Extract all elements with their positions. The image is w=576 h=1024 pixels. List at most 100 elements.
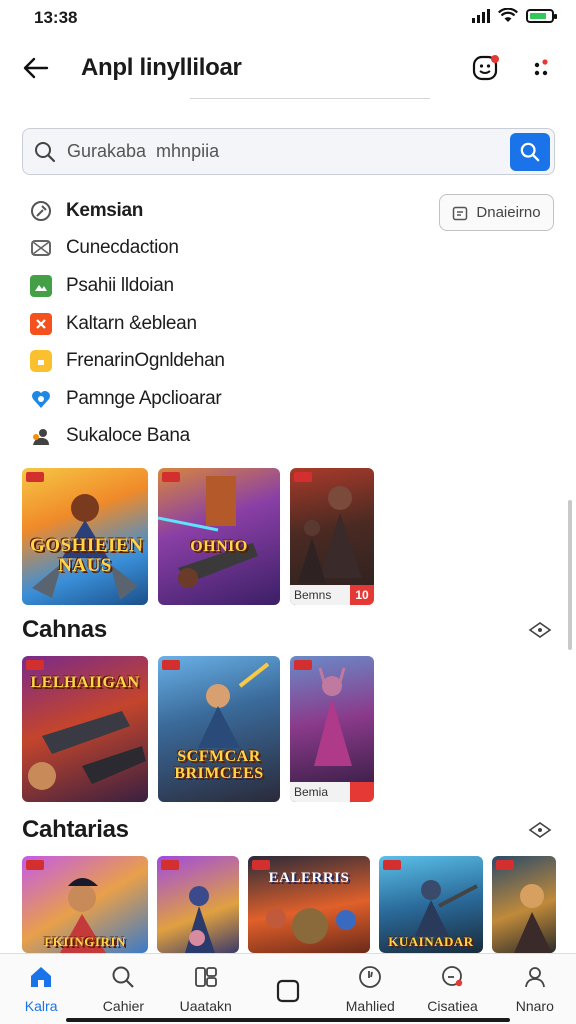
card-badge: 10 <box>350 585 374 605</box>
apps-icon <box>193 964 219 990</box>
game-card[interactable]: FKIINGIRIN <box>22 856 148 953</box>
nav-item-home[interactable]: Kalra <box>0 954 82 1024</box>
section-more-button[interactable] <box>526 816 554 844</box>
game-card[interactable]: GOSHIEIEN NAUS <box>22 468 148 605</box>
nav-label: Mahlied <box>345 998 395 1014</box>
nav-item-search[interactable]: Cahier <box>82 954 164 1024</box>
category-item[interactable]: Kaltarn &eblean <box>30 305 430 343</box>
section-more-button[interactable] <box>526 616 554 644</box>
search-input[interactable] <box>67 129 510 174</box>
scrollbar[interactable] <box>568 500 572 650</box>
category-item[interactable]: Cunecdaction <box>30 230 430 268</box>
page-title: Anpl linylliloar <box>81 54 242 81</box>
search-submit-button[interactable] <box>510 132 550 171</box>
category-item[interactable]: Pamnge Apclioarar <box>30 380 430 418</box>
smiley-button[interactable] <box>467 50 503 86</box>
diamond-eye-icon <box>528 622 552 638</box>
more-vertical-icon <box>534 59 548 76</box>
nav-item-profile[interactable]: Nnaro <box>494 954 576 1024</box>
category-label: Pamnge Apclioarar <box>66 387 222 409</box>
card-title: EALERRIS <box>268 870 350 886</box>
home-icon <box>28 964 54 990</box>
search-icon <box>520 142 540 161</box>
nav-label: Nnaro <box>515 998 554 1014</box>
nav-label: Uaatakn <box>179 998 232 1014</box>
game-artwork <box>185 886 215 953</box>
wrench-icon <box>30 200 52 222</box>
card-title: GOSHIEIEN NAUS <box>30 535 144 576</box>
header: Anpl linylliloar <box>0 40 576 96</box>
category-item[interactable]: Sukaloce Bana <box>30 418 430 456</box>
mail-icon <box>30 237 52 259</box>
category-label: Sukaloce Bana <box>66 425 190 447</box>
game-card[interactable]: KUAINADAR <box>379 856 483 953</box>
card-title: OHNIO <box>190 538 248 555</box>
people-icon <box>30 425 52 447</box>
game-row: LELHAIIGAN SCFMCAR BRIMCEES Bemia <box>22 656 374 802</box>
category-item[interactable]: Kemsian <box>30 192 430 230</box>
nav-item-square[interactable] <box>247 954 329 1024</box>
diamond-eye-icon <box>528 822 552 838</box>
category-item[interactable]: FrenarinOgnldehan <box>30 342 430 380</box>
home-indicator <box>66 1018 510 1022</box>
card-title: LELHAIIGAN <box>30 674 140 691</box>
game-artwork <box>514 884 552 953</box>
clock-icon <box>357 964 383 990</box>
game-card[interactable]: OHNIO <box>158 468 280 605</box>
game-card[interactable]: Bemns 10 <box>290 468 374 605</box>
card-title: SCFMCAR BRIMCEES <box>174 748 264 782</box>
game-card[interactable]: Bemia <box>290 656 374 802</box>
card-badge <box>350 782 374 802</box>
nav-label: Cahier <box>102 998 145 1014</box>
nav-label: Cisatiea <box>427 998 478 1014</box>
bottom-nav: Kalra Cahier Uaatakn Mahlied Cisatiea Nn… <box>0 953 576 1024</box>
game-card[interactable] <box>157 856 239 953</box>
game-card[interactable]: LELHAIIGAN <box>22 656 148 802</box>
heart-shield-icon <box>30 388 52 410</box>
wifi-icon <box>498 8 518 22</box>
header-divider <box>190 98 430 99</box>
search-icon <box>110 964 136 990</box>
notification-dot <box>491 55 499 63</box>
x-box-icon <box>30 312 52 335</box>
section-title: Cahnas <box>22 616 107 643</box>
card-title: KUAINADAR <box>388 934 474 949</box>
search-icon <box>23 141 67 163</box>
category-list: Kemsian Cunecdaction Psahii lldoian Kalt… <box>30 192 430 455</box>
status-icons <box>472 8 557 23</box>
category-label: Kemsian <box>66 199 144 221</box>
nav-item-chat[interactable]: Cisatiea <box>411 954 493 1024</box>
folder-icon <box>30 350 52 373</box>
section-header: Cahtarias <box>22 813 554 847</box>
card-title: FKIINGIRIN <box>44 934 126 949</box>
filter-button[interactable]: Dnaieirno <box>439 194 554 231</box>
arrow-left-icon <box>23 57 49 79</box>
filter-label: Dnaieirno <box>476 204 541 221</box>
game-artwork <box>158 476 258 588</box>
game-card[interactable]: EALERRIS <box>248 856 370 953</box>
section-header: Cahnas <box>22 613 554 647</box>
nav-label: Kalra <box>24 998 58 1014</box>
status-bar: 13:38 <box>0 0 576 36</box>
signal-icon <box>472 8 490 23</box>
back-button[interactable] <box>18 50 54 86</box>
nav-item-apps[interactable]: Uaatakn <box>165 954 247 1024</box>
square-icon <box>275 978 301 1004</box>
nav-item-clock[interactable]: Mahlied <box>329 954 411 1024</box>
battery-icon <box>526 8 557 23</box>
calendar-icon <box>453 206 468 220</box>
category-label: Kaltarn &eblean <box>66 312 197 334</box>
game-row: FKIINGIRIN EALERRIS KUAINADAR <box>22 856 556 953</box>
category-label: Psahii lldoian <box>66 274 174 296</box>
profile-icon <box>522 964 548 990</box>
game-card[interactable]: SCFMCAR BRIMCEES <box>158 656 280 802</box>
chat-icon <box>440 964 466 990</box>
status-time: 13:38 <box>34 8 78 27</box>
category-label: FrenarinOgnldehan <box>66 350 225 372</box>
category-label: Cunecdaction <box>66 237 179 259</box>
category-item[interactable]: Psahii lldoian <box>30 267 430 305</box>
game-card[interactable] <box>492 856 556 953</box>
more-button[interactable] <box>523 50 559 86</box>
search-bar <box>22 128 555 175</box>
game-row: GOSHIEIEN NAUS OHNIO Bemns 10 <box>22 468 374 605</box>
